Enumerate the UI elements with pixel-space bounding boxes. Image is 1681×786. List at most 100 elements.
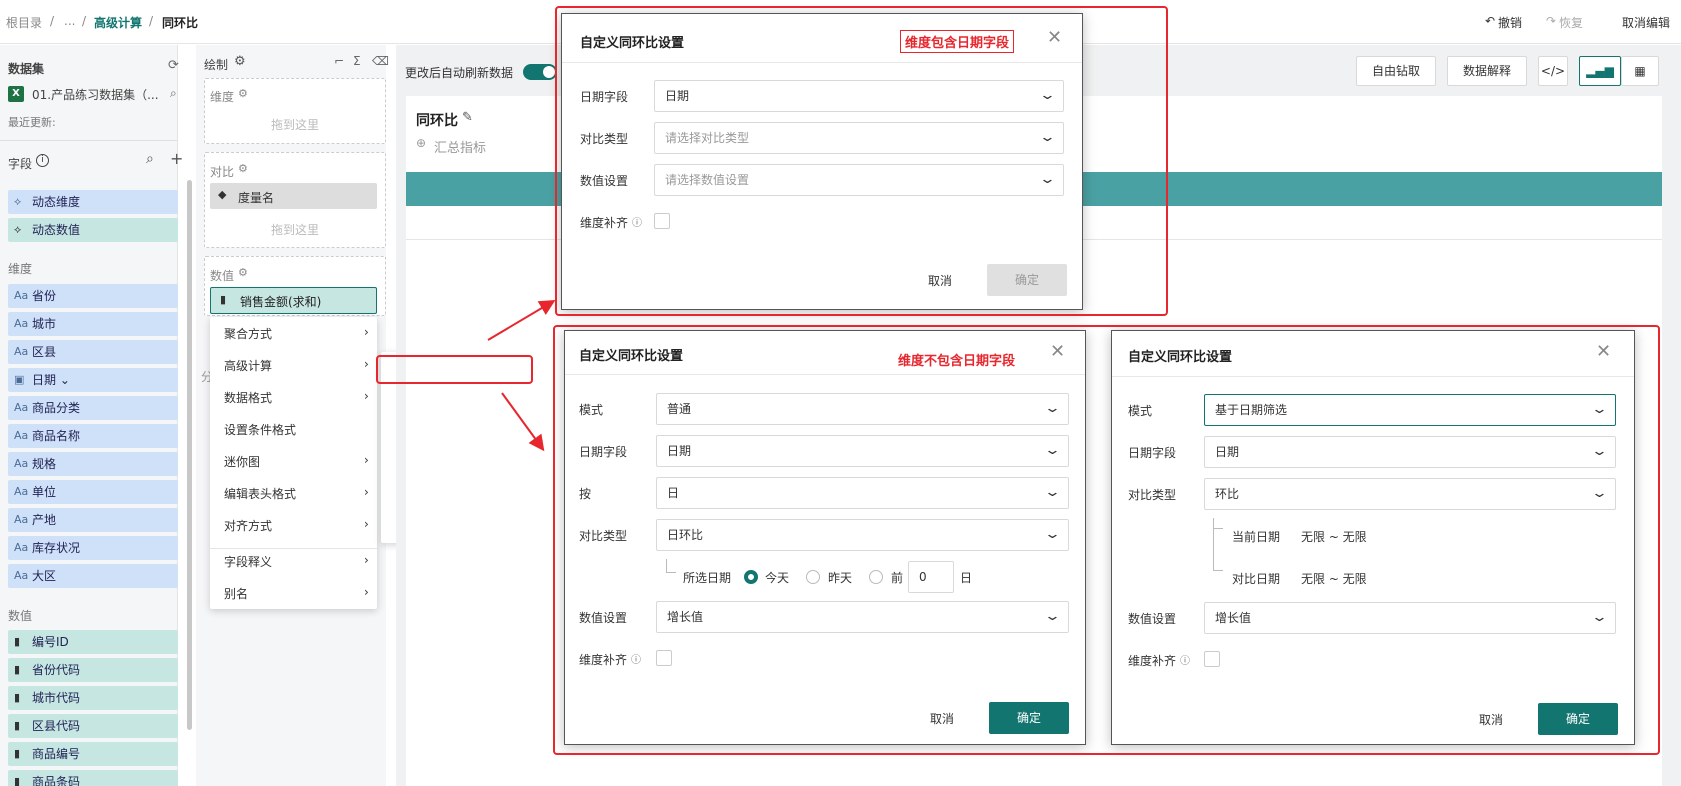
field-dimension[interactable]: Aa 省份 — [8, 284, 178, 308]
measure-name-label: 度量名 — [238, 191, 275, 205]
field-scrollbar[interactable] — [187, 180, 192, 730]
arrow-up — [487, 299, 556, 341]
menu-divider — [210, 548, 377, 549]
field-dimension[interactable]: Aa 区县 — [8, 340, 178, 364]
menu-item[interactable]: 字段释义 › — [224, 553, 374, 570]
settings-sliders-icon[interactable]: ⚙ — [234, 54, 246, 69]
eraser-icon[interactable]: ⌫ — [372, 54, 389, 68]
search-icon[interactable]: ⌕ — [146, 151, 154, 167]
text-type-icon: Aa — [14, 289, 29, 302]
data-explain-button[interactable]: 数据解释 — [1447, 56, 1527, 86]
field-dimension[interactable]: Aa 大区 — [8, 564, 178, 588]
chevron-down-icon[interactable]: ⌄ — [56, 373, 70, 387]
edit-icon[interactable]: ✎ — [462, 110, 473, 125]
text-type-icon: Aa — [14, 569, 29, 582]
text-type-icon: Aa — [14, 541, 29, 554]
menu-item[interactable]: 对齐方式 › — [224, 517, 374, 534]
corner-icon[interactable]: ⌐ — [334, 54, 344, 68]
breadcrumb-parent[interactable]: 高级计算 — [94, 14, 142, 31]
text-type-icon: Aa — [14, 513, 29, 526]
field-dimension[interactable]: Aa 商品分类 — [8, 396, 178, 420]
dimension-zone-title: 维度 — [210, 90, 235, 104]
excel-icon: X — [8, 86, 24, 102]
drop-placeholder: 拖到这里 — [270, 118, 319, 132]
chevron-right-icon: › — [364, 389, 369, 403]
menu-item-label: 字段释义 — [224, 555, 273, 569]
sigma-icon[interactable]: Σ — [353, 54, 361, 68]
breadcrumb-current: 同环比 — [162, 16, 199, 30]
redo-icon[interactable]: ↷ — [1546, 14, 1556, 28]
field-dimension[interactable]: Aa 规格 — [8, 452, 178, 476]
menu-item-label: 别名 — [224, 587, 249, 601]
summary-indicator[interactable]: 汇总指标 — [434, 137, 486, 156]
breadcrumb-sep: / — [50, 14, 55, 28]
text-type-icon: Aa — [14, 485, 29, 498]
field-value[interactable]: ▮ 商品编号 — [8, 742, 178, 766]
annotation-label: 维度包含日期字段 — [900, 30, 1015, 53]
menu-item[interactable]: 编辑表头格式 › — [224, 485, 374, 502]
gear-icon[interactable]: ⚙ — [238, 266, 248, 279]
menu-item[interactable]: 别名 › — [224, 585, 374, 602]
field-dimension[interactable]: Aa 单位 — [8, 480, 178, 504]
gear-icon[interactable]: ⚙ — [238, 87, 248, 100]
field-dynamic-dimension[interactable]: ⟡ 动态维度 — [8, 190, 178, 214]
calendar-icon: ▣ — [14, 373, 25, 386]
field-value[interactable]: ▮ 商品条码 — [8, 770, 178, 786]
field-dimension[interactable]: Aa 城市 — [8, 312, 178, 336]
text-type-icon: Aa — [14, 457, 29, 470]
menu-item[interactable]: 迷你图 › — [224, 453, 374, 470]
menu-item[interactable]: 数据格式 › — [224, 389, 374, 406]
undo-button[interactable]: 撤销 — [1498, 14, 1522, 31]
field-label: 商品编号 — [32, 747, 81, 761]
table-view-icon[interactable]: ▦ — [1621, 56, 1659, 86]
gear-icon[interactable]: ⚙ — [238, 162, 248, 175]
menu-item-label: 设置条件格式 — [224, 423, 297, 437]
menu-item-label: 聚合方式 — [224, 327, 273, 341]
redo-button[interactable]: 恢复 — [1559, 14, 1583, 31]
field-label: 商品名称 — [32, 429, 81, 443]
field-value[interactable]: ▮ 区县代码 — [8, 714, 178, 738]
breadcrumb-sep: / — [149, 14, 154, 28]
info-icon[interactable]: i — [36, 154, 49, 167]
add-field-icon[interactable]: + — [170, 149, 183, 168]
arrow-down — [501, 392, 545, 452]
dataset-name[interactable]: 01.产品练习数据集（... — [32, 86, 159, 103]
menu-item-label: 高级计算 — [224, 359, 273, 373]
menu-item[interactable]: 设置条件格式 — [224, 421, 374, 438]
chevron-right-icon: › — [364, 553, 369, 567]
field-value[interactable]: ▮ 编号ID — [8, 630, 178, 654]
field-dimension[interactable]: Aa 商品名称 — [8, 424, 178, 448]
undo-icon[interactable]: ↶ — [1485, 14, 1495, 28]
chevron-right-icon: › — [364, 357, 369, 371]
field-value[interactable]: ▮ 省份代码 — [8, 658, 178, 682]
free-drill-button[interactable]: 自由钻取 — [1356, 56, 1436, 86]
field-dimension[interactable]: Aa 产地 — [8, 508, 178, 532]
auto-refresh-toggle[interactable] — [523, 64, 557, 80]
field-dimension[interactable]: ▣ 日期 ⌄ — [8, 368, 178, 392]
menu-item[interactable]: 高级计算 › — [224, 357, 374, 374]
field-label: 动态维度 — [32, 195, 81, 209]
add-circle-icon[interactable]: ⊕ — [416, 136, 426, 150]
annotation-text: 维度包含日期字段 — [905, 36, 1010, 51]
last-update-label: 最近更新: — [8, 116, 56, 129]
chart-view-icon[interactable]: ▂▄▆ — [1579, 56, 1621, 86]
breadcrumb-root[interactable]: 根目录 — [6, 14, 42, 31]
field-label: 省份 — [32, 289, 57, 303]
annotation-arrows — [487, 299, 556, 452]
menu-item[interactable]: 聚合方式 › — [224, 325, 374, 342]
field-value[interactable]: ▮ 城市代码 — [8, 686, 178, 710]
value-field-label: 销售金额(求和) — [240, 295, 322, 309]
cancel-edit-button[interactable]: 取消编辑 — [1622, 14, 1670, 31]
chevron-right-icon: › — [364, 453, 369, 467]
annotation-text: 维度不包含日期字段 — [898, 354, 1016, 369]
text-type-icon: Aa — [14, 317, 29, 330]
measure-name-chip[interactable] — [210, 183, 377, 209]
switch-dataset-icon[interactable]: ⌕ — [170, 86, 177, 101]
field-dynamic-value[interactable]: ⟡ 动态数值 — [8, 218, 178, 242]
code-icon[interactable]: </> — [1538, 56, 1568, 86]
field-dimension[interactable]: Aa 库存状况 — [8, 536, 178, 560]
refresh-icon[interactable]: ⟳ — [168, 58, 179, 73]
breadcrumb-ellipsis[interactable]: ... — [64, 14, 75, 28]
bar-chart-icon: ▮ — [14, 691, 21, 704]
annotation-box — [553, 325, 1660, 755]
